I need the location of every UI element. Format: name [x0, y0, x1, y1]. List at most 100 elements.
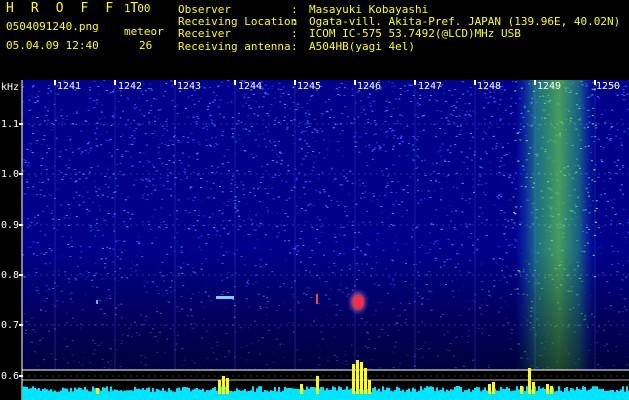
noise-speck	[104, 116, 107, 118]
noise-speck	[435, 136, 438, 138]
noise-speck	[421, 115, 424, 117]
info-key: Receiving antenna	[178, 39, 291, 53]
noise-speck	[480, 123, 483, 125]
trace-sample	[48, 390, 50, 394]
noise-speck	[315, 155, 318, 157]
noise-speck	[211, 122, 214, 124]
noise-speck	[43, 120, 46, 122]
noise-speck	[109, 138, 112, 140]
trace-sample	[178, 387, 180, 394]
noise-speck	[604, 208, 607, 210]
lower-fade	[22, 250, 629, 370]
noise-speck	[503, 89, 506, 91]
noise-speck	[102, 248, 104, 249]
noise-speck	[468, 202, 471, 204]
noise-speck	[67, 135, 70, 137]
noise-speck	[231, 128, 234, 130]
noise-speck	[461, 109, 464, 111]
noise-speck	[163, 221, 166, 223]
noise-speck	[189, 187, 192, 189]
noise-speck	[200, 235, 203, 237]
noise-speck	[304, 140, 306, 142]
noise-speck	[262, 119, 265, 121]
noise-speck	[364, 113, 367, 115]
noise-speck	[382, 144, 385, 146]
noise-speck	[50, 212, 53, 214]
noise-speck	[448, 204, 451, 206]
noise-speck	[80, 130, 83, 132]
noise-speck	[178, 159, 181, 161]
noise-speck	[411, 228, 414, 230]
trace-sample	[132, 390, 134, 394]
trace-sample	[416, 391, 418, 394]
noise-speck	[221, 242, 223, 244]
noise-speck	[119, 170, 122, 172]
noise-speck	[489, 169, 492, 171]
noise-speck	[513, 212, 516, 213]
noise-speck	[343, 175, 346, 177]
noise-speck	[187, 137, 190, 139]
noise-speck	[412, 149, 415, 151]
noise-speck	[601, 226, 604, 228]
noise-speck	[429, 249, 432, 251]
noise-speck	[212, 101, 215, 103]
noise-speck	[351, 94, 354, 96]
trace-sample	[120, 390, 122, 394]
noise-speck	[39, 189, 42, 191]
noise-speck	[373, 195, 375, 197]
meteor-count: 26	[139, 39, 153, 52]
noise-speck	[508, 151, 511, 153]
trace-sample	[322, 387, 324, 394]
noise-speck	[318, 198, 321, 200]
trace-sample	[252, 386, 254, 394]
trace-sample	[70, 387, 72, 394]
y-tick-label: 1.1	[1, 119, 19, 130]
noise-speck	[157, 147, 160, 149]
noise-speck	[217, 86, 220, 88]
noise-speck	[195, 126, 198, 128]
noise-speck	[306, 120, 309, 122]
noise-speck	[373, 134, 375, 136]
noise-speck	[451, 244, 454, 246]
noise-speck	[109, 193, 112, 195]
noise-speck	[483, 117, 486, 119]
noise-speck	[270, 104, 273, 106]
noise-speck	[248, 107, 251, 109]
noise-speck	[68, 247, 71, 248]
noise-speck	[203, 87, 206, 89]
trace-peak	[492, 382, 495, 394]
noise-speck	[149, 228, 152, 230]
noise-speck	[42, 210, 45, 212]
noise-speck	[363, 126, 365, 128]
noise-speck	[219, 99, 222, 101]
noise-speck	[464, 119, 467, 121]
trace-sample	[54, 390, 56, 394]
noise-speck	[238, 134, 240, 136]
noise-speck	[300, 208, 303, 209]
noise-speck	[507, 220, 510, 222]
file-name: 0504091240.png	[6, 20, 99, 33]
noise-speck	[227, 161, 230, 163]
noise-speck	[369, 102, 372, 104]
noise-speck	[446, 149, 449, 151]
trace-sample	[484, 387, 486, 394]
trace-sample	[608, 390, 610, 394]
noise-speck	[198, 246, 201, 248]
noise-speck	[46, 205, 49, 207]
noise-speck	[217, 106, 220, 108]
noise-speck	[209, 113, 212, 115]
noise-speck	[267, 88, 270, 90]
noise-speck	[373, 120, 376, 122]
noise-speck	[482, 192, 485, 194]
trace-sample	[338, 386, 340, 394]
noise-speck	[361, 221, 364, 223]
trace-sample	[486, 390, 488, 394]
noise-speck	[321, 171, 324, 173]
noise-speck	[197, 117, 200, 119]
noise-speck	[511, 219, 514, 220]
noise-speck	[417, 190, 420, 192]
noise-speck	[227, 233, 230, 235]
noise-speck	[334, 236, 337, 238]
trace-sample	[182, 387, 184, 394]
trace-sample	[126, 390, 128, 394]
